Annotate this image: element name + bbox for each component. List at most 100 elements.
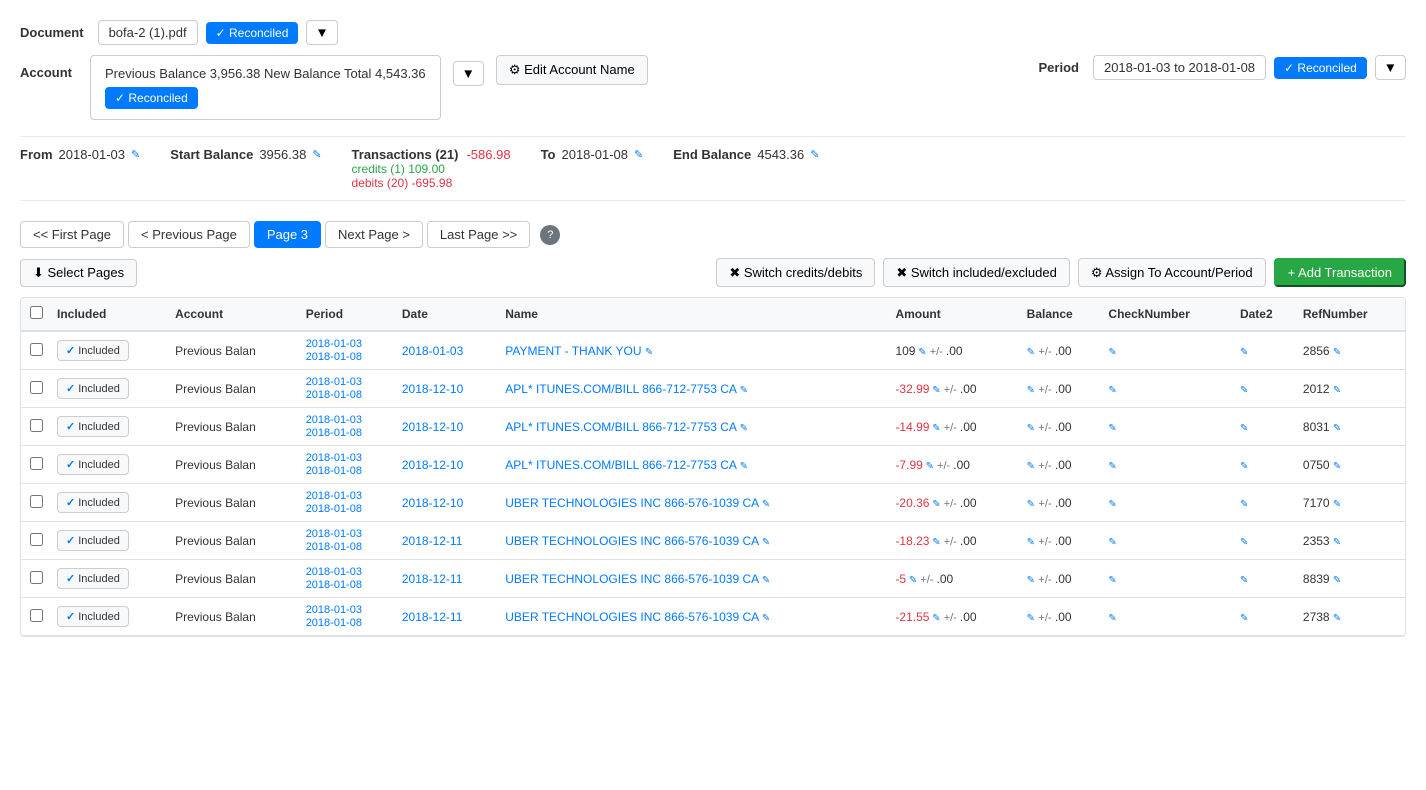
end-balance-edit-icon[interactable]: ✎ <box>810 148 819 161</box>
checknumber-edit-icon[interactable]: ✎ <box>1108 613 1116 624</box>
amount-plus-minus[interactable]: +/- <box>941 498 960 510</box>
date2-edit-icon[interactable]: ✎ <box>1240 537 1248 548</box>
ref-edit-icon[interactable]: ✎ <box>1333 423 1341 434</box>
amount-plus-minus[interactable]: +/- <box>941 422 960 434</box>
name-edit-icon[interactable]: ✎ <box>740 385 748 396</box>
amount-edit-icon[interactable]: ✎ <box>906 575 917 586</box>
balance-plus-minus[interactable]: +/- <box>1038 422 1051 434</box>
select-all-checkbox[interactable] <box>30 306 43 319</box>
document-dropdown[interactable]: ▼ <box>306 20 337 45</box>
included-badge[interactable]: ✓ Included <box>57 454 129 475</box>
row-checkbox[interactable] <box>30 533 43 546</box>
account-dropdown[interactable]: ▼ <box>453 61 484 86</box>
row-checkbox[interactable] <box>30 381 43 394</box>
name-edit-icon[interactable]: ✎ <box>762 575 770 586</box>
checknumber-edit-icon[interactable]: ✎ <box>1108 385 1116 396</box>
date2-edit-icon[interactable]: ✎ <box>1240 423 1248 434</box>
period-reconciled-badge[interactable]: ✓ Reconciled <box>1274 57 1367 79</box>
date2-edit-icon[interactable]: ✎ <box>1240 575 1248 586</box>
period-dropdown[interactable]: ▼ <box>1375 55 1406 80</box>
switch-credits-button[interactable]: ✖ Switch credits/debits <box>716 258 875 287</box>
checknumber-edit-icon[interactable]: ✎ <box>1108 461 1116 472</box>
amount-plus-minus[interactable]: +/- <box>941 612 960 624</box>
ref-edit-icon[interactable]: ✎ <box>1333 575 1341 586</box>
name-edit-icon[interactable]: ✎ <box>762 613 770 624</box>
balance-plus-minus[interactable]: +/- <box>1038 612 1051 624</box>
included-badge[interactable]: ✓ Included <box>57 416 129 437</box>
balance-edit-icon[interactable]: ✎ <box>1027 385 1035 396</box>
name-edit-icon[interactable]: ✎ <box>740 423 748 434</box>
balance-plus-minus[interactable]: +/- <box>1038 460 1051 472</box>
amount-edit-icon[interactable]: ✎ <box>923 461 934 472</box>
date2-edit-icon[interactable]: ✎ <box>1240 347 1248 358</box>
balance-edit-icon[interactable]: ✎ <box>1027 575 1035 586</box>
date2-edit-icon[interactable]: ✎ <box>1240 385 1248 396</box>
included-badge[interactable]: ✓ Included <box>57 492 129 513</box>
included-badge[interactable]: ✓ Included <box>57 568 129 589</box>
amount-plus-minus[interactable]: +/- <box>941 536 960 548</box>
prev-page-button[interactable]: < Previous Page <box>128 221 250 248</box>
row-checkbox[interactable] <box>30 495 43 508</box>
checknumber-edit-icon[interactable]: ✎ <box>1108 347 1116 358</box>
checknumber-edit-icon[interactable]: ✎ <box>1108 499 1116 510</box>
ref-edit-icon[interactable]: ✎ <box>1333 461 1341 472</box>
name-edit-icon[interactable]: ✎ <box>762 537 770 548</box>
balance-edit-icon[interactable]: ✎ <box>1027 461 1035 472</box>
date2-edit-icon[interactable]: ✎ <box>1240 499 1248 510</box>
add-transaction-button[interactable]: + Add Transaction <box>1274 258 1406 287</box>
balance-edit-icon[interactable]: ✎ <box>1027 347 1035 358</box>
ref-edit-icon[interactable]: ✎ <box>1333 613 1341 624</box>
date2-edit-icon[interactable]: ✎ <box>1240 461 1248 472</box>
name-edit-icon[interactable]: ✎ <box>645 347 653 358</box>
included-badge[interactable]: ✓ Included <box>57 340 129 361</box>
row-checkbox[interactable] <box>30 571 43 584</box>
current-page-button[interactable]: Page 3 <box>254 221 321 248</box>
document-reconciled-badge[interactable]: ✓ Reconciled <box>206 22 299 44</box>
start-balance-edit-icon[interactable]: ✎ <box>312 148 321 161</box>
name-edit-icon[interactable]: ✎ <box>762 499 770 510</box>
checknumber-edit-icon[interactable]: ✎ <box>1108 537 1116 548</box>
included-badge[interactable]: ✓ Included <box>57 530 129 551</box>
row-checkbox[interactable] <box>30 609 43 622</box>
balance-edit-icon[interactable]: ✎ <box>1027 423 1035 434</box>
amount-plus-minus[interactable]: +/- <box>941 384 960 396</box>
balance-edit-icon[interactable]: ✎ <box>1027 613 1035 624</box>
amount-plus-minus[interactable]: +/- <box>917 574 936 586</box>
amount-edit-icon[interactable]: ✎ <box>929 385 940 396</box>
date2-edit-icon[interactable]: ✎ <box>1240 613 1248 624</box>
row-checkbox[interactable] <box>30 343 43 356</box>
row-checkbox[interactable] <box>30 419 43 432</box>
balance-plus-minus[interactable]: +/- <box>1038 498 1051 510</box>
amount-edit-icon[interactable]: ✎ <box>929 499 940 510</box>
next-page-button[interactable]: Next Page > <box>325 221 423 248</box>
name-edit-icon[interactable]: ✎ <box>740 461 748 472</box>
switch-included-button[interactable]: ✖ Switch included/excluded <box>883 258 1069 287</box>
ref-edit-icon[interactable]: ✎ <box>1333 347 1341 358</box>
account-reconciled-badge[interactable]: ✓ Reconciled <box>105 87 198 109</box>
checknumber-edit-icon[interactable]: ✎ <box>1108 423 1116 434</box>
checknumber-edit-icon[interactable]: ✎ <box>1108 575 1116 586</box>
help-icon[interactable]: ? <box>540 225 560 245</box>
ref-edit-icon[interactable]: ✎ <box>1333 499 1341 510</box>
amount-edit-icon[interactable]: ✎ <box>929 423 940 434</box>
assign-button[interactable]: ⚙ Assign To Account/Period <box>1078 258 1266 287</box>
amount-edit-icon[interactable]: ✎ <box>929 613 940 624</box>
balance-plus-minus[interactable]: +/- <box>1038 574 1051 586</box>
amount-edit-icon[interactable]: ✎ <box>915 347 926 358</box>
to-edit-icon[interactable]: ✎ <box>634 148 643 161</box>
first-page-button[interactable]: << First Page <box>20 221 124 248</box>
balance-plus-minus[interactable]: +/- <box>1038 536 1051 548</box>
amount-plus-minus[interactable]: +/- <box>927 346 946 358</box>
balance-edit-icon[interactable]: ✎ <box>1027 499 1035 510</box>
edit-account-button[interactable]: ⚙ Edit Account Name <box>496 55 648 85</box>
amount-plus-minus[interactable]: +/- <box>934 460 953 472</box>
included-badge[interactable]: ✓ Included <box>57 378 129 399</box>
balance-edit-icon[interactable]: ✎ <box>1027 537 1035 548</box>
included-badge[interactable]: ✓ Included <box>57 606 129 627</box>
from-edit-icon[interactable]: ✎ <box>131 148 140 161</box>
ref-edit-icon[interactable]: ✎ <box>1333 385 1341 396</box>
ref-edit-icon[interactable]: ✎ <box>1333 537 1341 548</box>
balance-plus-minus[interactable]: +/- <box>1038 384 1051 396</box>
balance-plus-minus[interactable]: +/- <box>1038 346 1051 358</box>
amount-edit-icon[interactable]: ✎ <box>929 537 940 548</box>
